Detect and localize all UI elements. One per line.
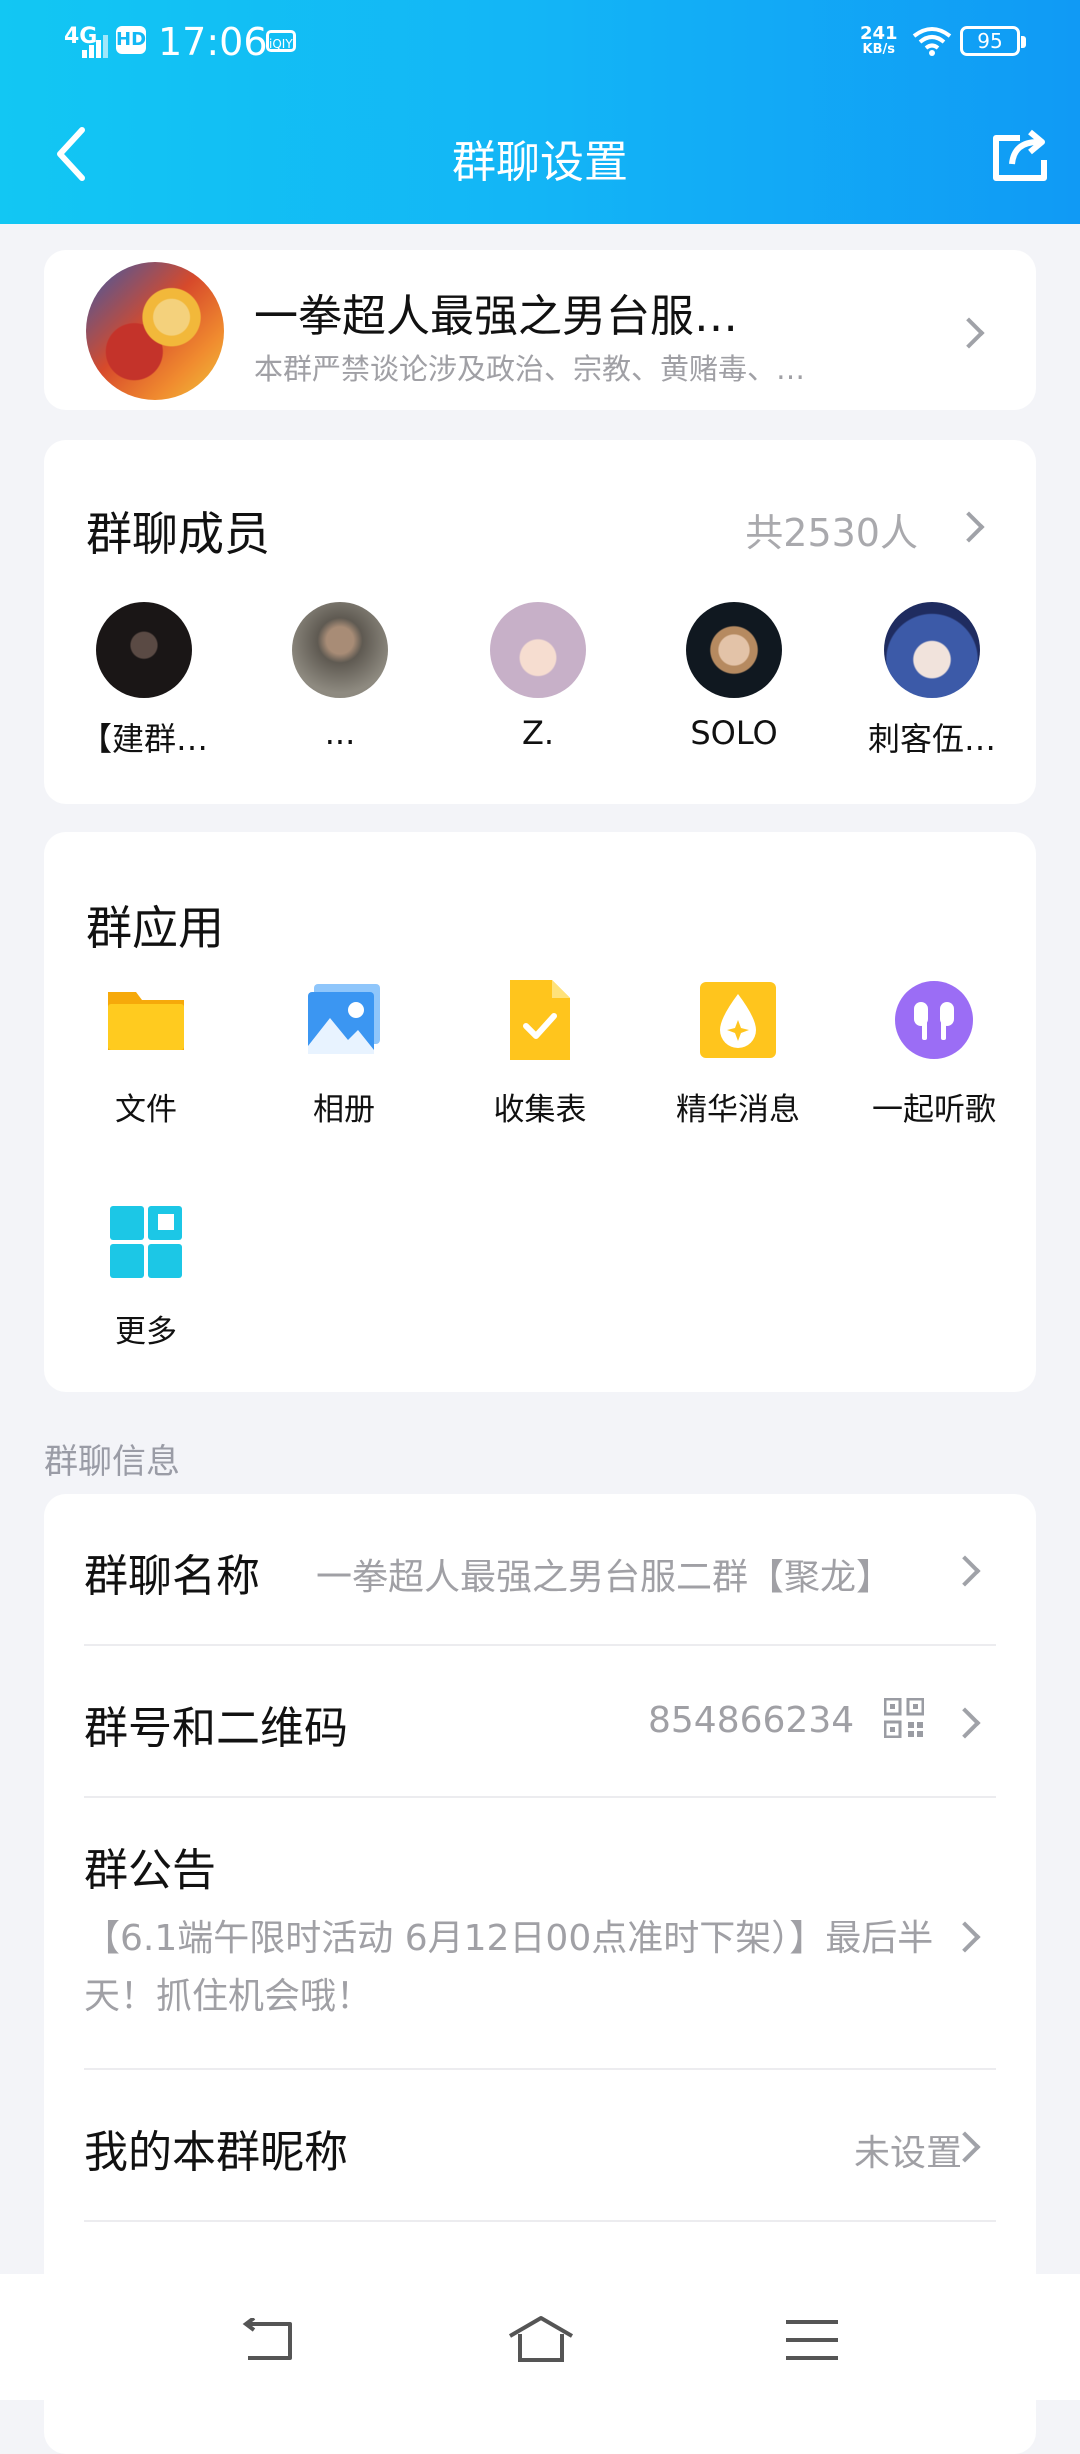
member-name: ...	[324, 714, 356, 752]
share-icon[interactable]	[990, 128, 1050, 184]
folder-icon	[108, 992, 184, 1050]
member-name: 【建群…	[79, 720, 208, 758]
app-files[interactable]: 文件	[46, 980, 246, 1129]
app-label: 文件	[115, 1092, 177, 1128]
battery-icon: 95	[960, 26, 1026, 56]
headphones-icon	[895, 981, 973, 1059]
member-avatar	[884, 602, 980, 698]
network-speed: 241 KB/s	[860, 23, 898, 58]
members-title: 群聊成员	[86, 507, 270, 561]
speed-unit: KB/s	[862, 42, 896, 57]
chevron-right-icon	[953, 317, 985, 349]
app-forms[interactable]: 收集表	[440, 980, 640, 1129]
member-avatar	[292, 602, 388, 698]
info-section-label: 群聊信息	[44, 1442, 180, 1482]
speed-value: 241	[860, 23, 898, 44]
app-more[interactable]: 更多	[46, 1202, 246, 1351]
row-label: 群聊名称	[84, 1551, 260, 1602]
members-count[interactable]: 共2530人	[745, 502, 918, 557]
member-item[interactable]: 【建群…	[54, 602, 234, 760]
chevron-right-icon	[949, 1555, 981, 1587]
row-value: 未设置	[854, 2133, 963, 2174]
more-grid-icon	[110, 1206, 182, 1278]
my-nickname-row[interactable]: 我的本群昵称 未设置	[84, 2070, 996, 2220]
menu-icon[interactable]	[786, 2318, 838, 2362]
app-label: 一起听歌	[872, 1092, 996, 1128]
group-name: 一拳超人最强之男台服…	[254, 291, 738, 342]
group-name-row[interactable]: 群聊名称 一拳超人最强之男台服二群【聚龙】	[84, 1494, 996, 1644]
row-label: 群公告	[84, 1845, 216, 1896]
member-item[interactable]: SOLO	[644, 602, 824, 752]
app-essence[interactable]: 精华消息	[638, 980, 838, 1129]
essence-icon	[700, 982, 776, 1058]
member-avatar	[490, 602, 586, 698]
signal-icon	[82, 35, 108, 58]
row-value: 854866234	[648, 1700, 855, 1741]
wifi-icon	[912, 27, 952, 56]
app-label: 更多	[115, 1314, 177, 1350]
member-name: Z.	[521, 714, 555, 752]
member-name: SOLO	[690, 714, 778, 752]
chevron-right-icon[interactable]	[953, 511, 985, 543]
group-members-card: 群聊成员 共2530人 【建群… ... Z. SOLO 刺客伍…	[44, 440, 1036, 804]
member-item[interactable]: ...	[250, 602, 430, 752]
member-item[interactable]: Z.	[448, 602, 628, 752]
divider	[84, 2220, 996, 2222]
status-bar: 4G HD 17:06 iQIYI 241 KB/s 95	[0, 18, 1080, 78]
hd-icon: HD	[116, 26, 146, 54]
row-value: 一拳超人最强之男台服二群【聚龙】	[316, 1557, 893, 1598]
notice-text: 【6.1端午限时活动 6月12日00点准时下架）】最后半天！抓住机会哦！	[84, 1918, 934, 2017]
group-avatar	[86, 262, 224, 400]
form-icon	[510, 980, 570, 1060]
group-description: 本群严禁谈论涉及政治、宗教、黄赌毒、…	[254, 352, 806, 386]
group-profile-card[interactable]: 一拳超人最强之男台服… 本群严禁谈论涉及政治、宗教、黄赌毒、…	[44, 250, 1036, 410]
apps-title: 群应用	[86, 901, 224, 955]
iqiyi-icon: iQIYI	[266, 30, 296, 52]
group-apps-card: 群应用 文件 相册 收集表 精华消息 一起听歌 更多	[44, 832, 1036, 1392]
app-album[interactable]: 相册	[244, 980, 444, 1129]
row-label: 群号和二维码	[84, 1703, 348, 1754]
group-id-qrcode-row[interactable]: 群号和二维码 854866234	[84, 1646, 996, 1796]
row-label: 我的本群昵称	[84, 2127, 348, 2178]
app-label: 相册	[313, 1092, 375, 1128]
member-item[interactable]: 刺客伍…	[842, 602, 1022, 760]
header: 4G HD 17:06 iQIYI 241 KB/s 95 群聊设置	[0, 0, 1080, 224]
member-avatar	[96, 602, 192, 698]
status-time: 17:06	[158, 20, 268, 64]
app-label: 收集表	[493, 1092, 587, 1128]
qrcode-icon	[884, 1698, 924, 1738]
member-avatar	[686, 602, 782, 698]
page-title: 群聊设置	[452, 137, 628, 188]
home-icon[interactable]	[506, 2314, 576, 2364]
chevron-right-icon	[949, 1707, 981, 1739]
back-gesture-icon[interactable]	[238, 2318, 298, 2368]
system-navigation-bar	[0, 2274, 1080, 2400]
member-name: 刺客伍…	[867, 720, 996, 758]
album-icon	[308, 984, 380, 1054]
app-listen-together[interactable]: 一起听歌	[834, 980, 1034, 1129]
group-notice-row[interactable]: 群公告 【6.1端午限时活动 6月12日00点准时下架）】最后半天！抓住机会哦！	[84, 1798, 996, 2068]
app-label: 精华消息	[676, 1092, 800, 1128]
